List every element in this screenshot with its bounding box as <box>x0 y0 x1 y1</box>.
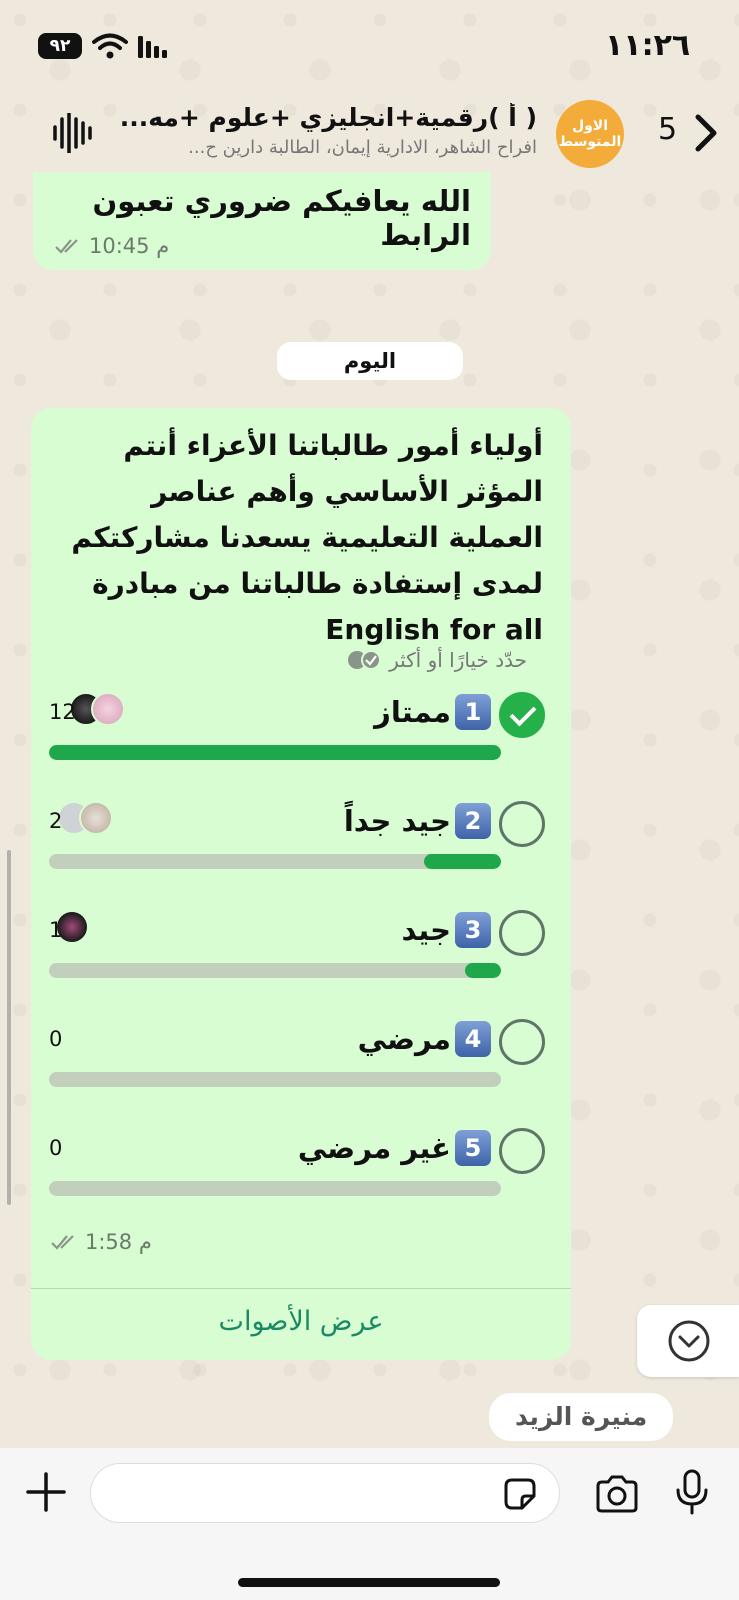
vote-bar <box>49 745 501 760</box>
option-text: غير مرضي <box>297 1131 451 1165</box>
message-bubble[interactable]: الله يعافيكم ضروري تعبون الرابط 10:45 م <box>33 172 491 270</box>
group-avatar[interactable]: الاول المتوسط <box>556 100 624 168</box>
voter-avatar <box>91 692 125 726</box>
vote-bar-fill <box>49 745 501 760</box>
option-checkbox[interactable] <box>499 1019 545 1065</box>
poll-option-3[interactable]: 3 جيد 1 <box>31 910 571 1000</box>
option-label: 4 مرضي <box>358 1021 491 1057</box>
keycap-number-icon: 3 <box>455 912 491 948</box>
vote-count: 1 <box>49 918 63 942</box>
poll-time: 1:58 م <box>85 1230 152 1254</box>
vote-bar-fill <box>464 963 501 978</box>
chat-title[interactable]: ( أ )رقمية+انجليزي +علوم +مه... <box>112 103 537 132</box>
option-text: جيد جداً <box>343 804 451 838</box>
wifi-icon <box>92 33 128 59</box>
option-checkbox[interactable] <box>499 692 545 738</box>
option-checkbox[interactable] <box>499 1128 545 1174</box>
poll-option-5[interactable]: 5 غير مرضي 0 <box>31 1128 571 1218</box>
battery-icon: ٩٢ <box>38 33 82 59</box>
voter-avatars[interactable] <box>55 910 89 944</box>
poll-bubble[interactable]: أولياء أمور طالباتنا الأعزاء أنتم المؤثر… <box>31 408 571 1360</box>
vote-bar <box>49 963 501 978</box>
option-checkbox[interactable] <box>499 801 545 847</box>
message-meta: 10:45 م <box>55 234 169 258</box>
poll-option-1[interactable]: 1 ممتاز 12 <box>31 692 571 782</box>
sticker-icon[interactable] <box>502 1476 538 1512</box>
input-bar <box>0 1448 739 1600</box>
option-label: 2 جيد جداً <box>344 803 491 839</box>
vote-bar <box>49 854 501 869</box>
voter-avatars[interactable] <box>69 692 125 726</box>
keycap-number-icon: 5 <box>455 1130 491 1166</box>
vote-count: 2 <box>49 809 63 833</box>
camera-icon[interactable] <box>594 1474 640 1514</box>
back-chevron-icon[interactable] <box>694 113 720 153</box>
date-separator: اليوم <box>277 342 463 380</box>
double-check-icon <box>55 239 78 254</box>
plus-icon[interactable] <box>24 1470 68 1514</box>
scrollbar[interactable] <box>7 850 11 1205</box>
signal-icon <box>138 36 167 58</box>
double-check-icon <box>51 1235 74 1250</box>
scroll-to-bottom-button[interactable] <box>637 1305 739 1377</box>
status-time: ١١:٢٦ <box>605 28 691 63</box>
option-checkbox[interactable] <box>499 910 545 956</box>
message-time: 10:45 م <box>89 234 170 258</box>
vote-bar <box>49 1181 501 1196</box>
chat-header: ( أ )رقمية+انجليزي +علوم +مه... افراح ال… <box>0 95 739 170</box>
message-input[interactable] <box>90 1463 560 1523</box>
status-bar: ٩٢ ١١:٢٦ <box>0 0 739 95</box>
chat-subtitle[interactable]: افراح الشاهر، الادارية إيمان، الطالبة دا… <box>112 137 537 158</box>
waveform-icon[interactable] <box>52 113 92 153</box>
voter-avatars[interactable] <box>57 801 113 835</box>
vote-bar <box>49 1072 501 1087</box>
option-label: 3 جيد <box>401 912 491 948</box>
home-indicator <box>238 1578 500 1587</box>
poll-question: أولياء أمور طالباتنا الأعزاء أنتم المؤثر… <box>71 429 543 646</box>
view-votes-button[interactable]: عرض الأصوات <box>31 1286 571 1358</box>
chevron-down-circle-icon <box>668 1320 710 1362</box>
unread-count[interactable]: 5 <box>658 112 677 147</box>
option-text: مرضي <box>357 1022 451 1056</box>
option-text: جيد <box>401 913 452 947</box>
poll-meta: 1:58 م <box>51 1230 152 1254</box>
microphone-icon[interactable] <box>674 1468 710 1516</box>
poll-option-4[interactable]: 4 مرضي 0 <box>31 1019 571 1109</box>
multi-select-icon <box>348 650 382 670</box>
vote-bar-fill <box>424 854 501 869</box>
keycap-number-icon: 1 <box>455 694 491 730</box>
option-text: ممتاز <box>374 695 451 729</box>
poll-hint-text: حدّد خيارًا أو أكثر <box>389 648 527 672</box>
poll-option-2[interactable]: 2 جيد جداً 2 <box>31 801 571 891</box>
vote-count: 0 <box>49 1136 63 1160</box>
keycap-number-icon: 2 <box>455 803 491 839</box>
vote-count: 0 <box>49 1027 63 1051</box>
vote-count: 12 <box>49 700 76 724</box>
typing-indicator: منيرة الزيد <box>489 1393 674 1441</box>
keycap-number-icon: 4 <box>455 1021 491 1057</box>
option-label: 1 ممتاز <box>374 694 491 730</box>
option-label: 5 غير مرضي <box>298 1130 491 1166</box>
voter-avatar <box>79 801 113 835</box>
poll-hint: حدّد خيارًا أو أكثر <box>347 648 527 672</box>
